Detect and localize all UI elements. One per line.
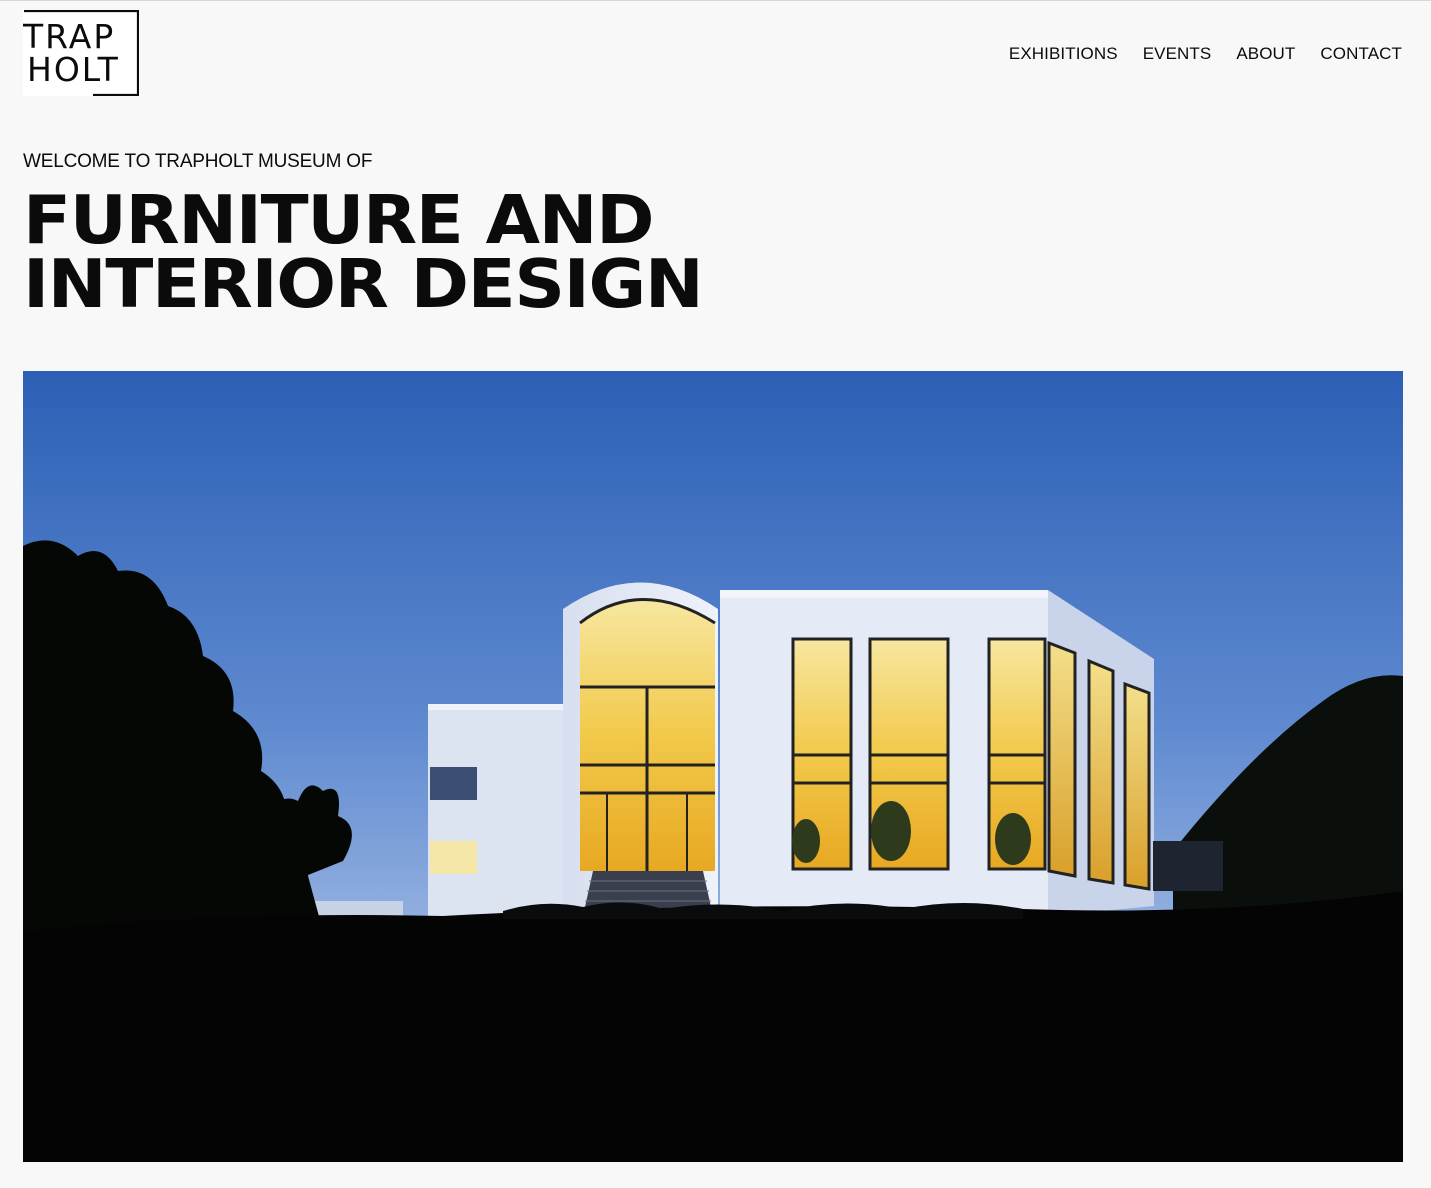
trapholt-logo[interactable]: TRAP HOLT	[23, 10, 139, 96]
top-divider	[0, 0, 1431, 1]
logo-mark: TRAP HOLT	[23, 10, 139, 96]
welcome-eyebrow: WELCOME TO TRAPHOLT MUSEUM OF	[23, 151, 373, 172]
headline-line-2: INTERIOR DESIGN	[23, 245, 704, 323]
nav-exhibitions[interactable]: EXHIBITIONS	[1009, 43, 1118, 65]
nav-about[interactable]: ABOUT	[1236, 43, 1295, 65]
main-navigation: EXHIBITIONS EVENTS ABOUT CONTACT	[1009, 43, 1402, 65]
hero-image	[23, 371, 1403, 1162]
logo-line-2: HOLT	[27, 50, 120, 89]
hero-illustration	[23, 371, 1403, 1162]
nav-events[interactable]: EVENTS	[1143, 43, 1212, 65]
nav-contact[interactable]: CONTACT	[1320, 43, 1402, 65]
headline-line-1: FURNITURE AND	[23, 181, 655, 259]
page-headline: FURNITURE AND INTERIOR DESIGN	[23, 181, 704, 323]
